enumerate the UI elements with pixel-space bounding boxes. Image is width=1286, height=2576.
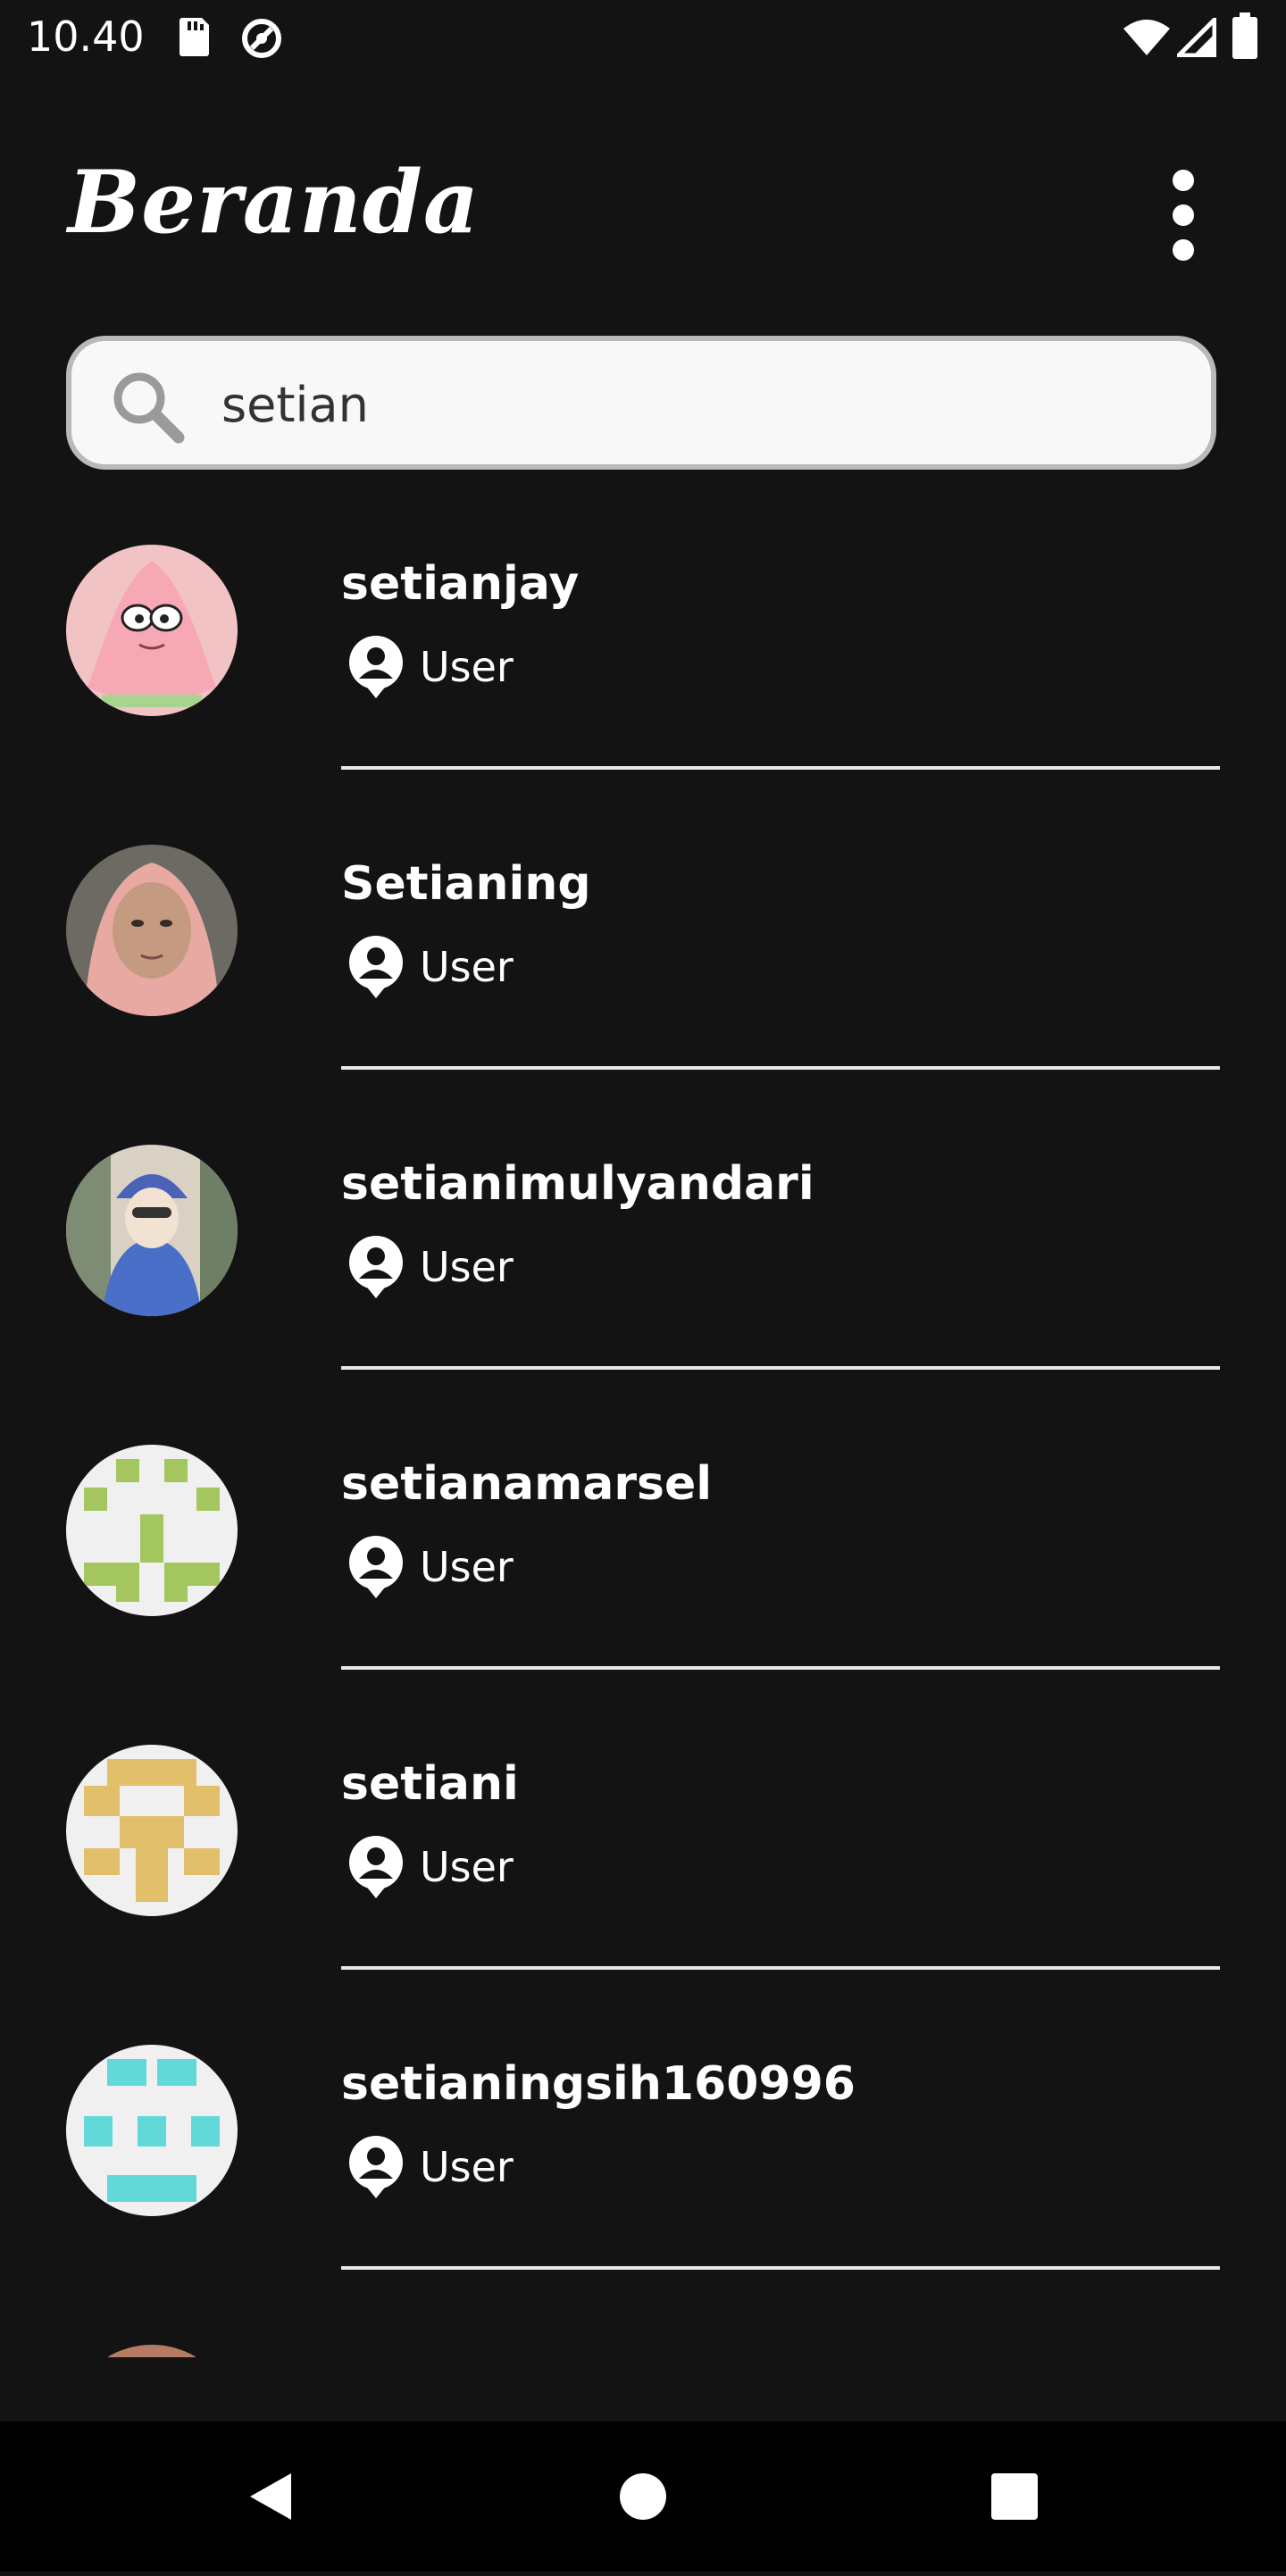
avatar [66, 2045, 238, 2216]
list-item[interactable]: Setianing User [0, 818, 1286, 1118]
more-vert-icon-dot [1173, 204, 1194, 226]
list-item[interactable]: setianjay User [0, 518, 1286, 818]
divider [341, 766, 1220, 770]
user-role-label: User [420, 1243, 514, 1291]
battery-icon [1232, 13, 1257, 63]
divider [341, 1666, 1220, 1670]
list-item[interactable]: setianamarsel User [0, 1418, 1286, 1718]
avatar [66, 545, 238, 716]
avatar [66, 1745, 238, 1916]
avatar [66, 2345, 238, 2357]
user-name: setianamarsel [341, 1457, 713, 1511]
person-pin-icon [347, 1834, 405, 1905]
person-pin-icon [347, 634, 405, 704]
person-pin-icon [347, 1534, 405, 1605]
navigation-bar [0, 2422, 1286, 2572]
user-role-label: User [420, 1843, 514, 1891]
list-item[interactable]: setiani User [0, 1718, 1286, 2018]
divider [341, 1366, 1220, 1370]
home-button[interactable] [554, 2422, 732, 2572]
home-icon [620, 2473, 666, 2520]
avatar [66, 1145, 238, 1316]
user-role-label: User [420, 643, 514, 691]
recents-icon [991, 2473, 1038, 2520]
more-vert-icon-dot [1173, 239, 1194, 261]
wifi-icon [1122, 18, 1172, 62]
search-input[interactable] [220, 371, 1116, 438]
person-pin-icon [347, 934, 405, 1005]
more-options-button[interactable] [1152, 170, 1215, 268]
divider [341, 1066, 1220, 1070]
list-item[interactable]: setianimulyandari User [0, 1118, 1286, 1418]
more-vert-icon [1173, 170, 1194, 191]
back-button[interactable] [179, 2422, 357, 2572]
user-name: Setianing [341, 857, 591, 911]
back-icon [250, 2473, 291, 2520]
sd-card-icon [175, 16, 211, 62]
person-pin-icon [347, 1234, 405, 1305]
search-icon [107, 366, 188, 451]
status-time: 10.40 [27, 13, 145, 61]
person-pin-icon [347, 2134, 405, 2205]
do-not-disturb-icon [239, 16, 284, 65]
page-title: Beranda [68, 152, 480, 253]
list-item[interactable]: setianingsih160996 User [0, 2018, 1286, 2318]
user-role-label: User [420, 1543, 514, 1591]
user-name: setianingsih160996 [341, 2057, 856, 2111]
list-item[interactable] [0, 2318, 1286, 2357]
status-bar: 10.40 [0, 0, 1286, 75]
user-role-label: User [420, 943, 514, 991]
user-name: setianimulyandari [341, 1157, 814, 1211]
user-role-label: User [420, 2143, 514, 2191]
avatar [66, 1445, 238, 1616]
divider [341, 2266, 1220, 2270]
recents-button[interactable] [925, 2422, 1104, 2572]
divider [341, 1966, 1220, 1970]
user-list: setianjay User Setianing User setianimul… [0, 518, 1286, 2357]
user-name: setianjay [341, 557, 580, 611]
avatar [66, 845, 238, 1016]
user-name: setiani [341, 1757, 519, 1811]
signal-icon [1173, 13, 1217, 62]
app-bar: Beranda [0, 134, 1286, 295]
search-bar[interactable] [66, 336, 1216, 470]
